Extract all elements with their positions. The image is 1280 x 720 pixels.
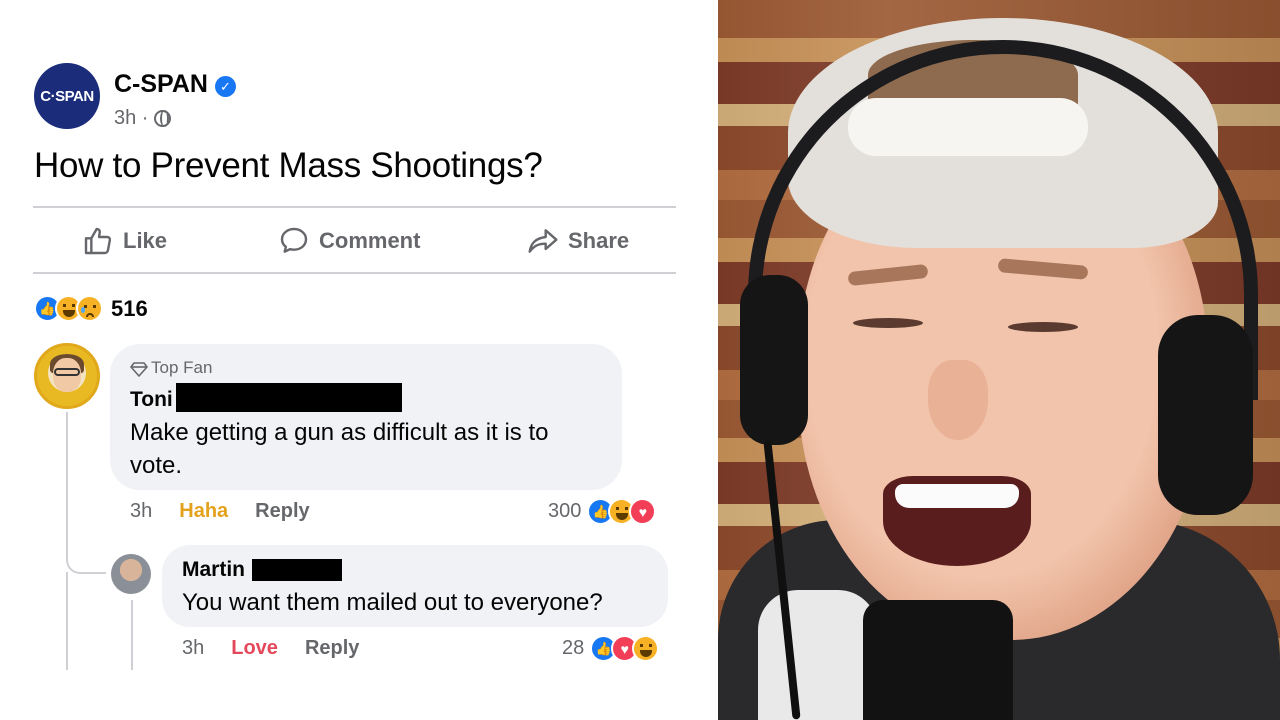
reply-actions: 3h Love Reply — [182, 637, 386, 660]
diamond-icon — [130, 362, 148, 377]
comment-bubble-icon — [280, 227, 308, 253]
badge-label: Top Fan — [151, 358, 213, 377]
reply-reaction-count: 28 — [562, 637, 585, 659]
post-meta: 3h · — [114, 107, 172, 130]
share-arrow-icon — [528, 229, 558, 253]
reply-button[interactable]: Reply — [255, 500, 309, 523]
comment-text-line: Make getting a gun as difficult as it is… — [130, 419, 549, 446]
page-avatar[interactable]: C·SPAN — [34, 63, 100, 129]
thread-line — [131, 600, 133, 670]
reply-button[interactable]: Reply — [305, 637, 359, 660]
comment-button[interactable]: Comment — [278, 225, 420, 257]
page-name[interactable]: C-SPAN — [114, 70, 208, 99]
t-shirt — [758, 590, 878, 720]
comment-label: Comment — [319, 228, 421, 253]
headphone-cup — [740, 275, 808, 445]
love-icon: ♥ — [629, 498, 657, 525]
facebook-post: C·SPAN C-SPAN ✓ 3h · How to Prevent Mass… — [0, 0, 718, 720]
globe-icon — [154, 110, 172, 127]
share-button[interactable]: Share — [527, 225, 629, 257]
divider — [33, 206, 676, 208]
reply-time[interactable]: 3h — [182, 637, 204, 660]
commenter-avatar[interactable] — [34, 343, 100, 409]
share-label: Share — [568, 228, 630, 253]
reply-author[interactable]: Martin — [182, 558, 245, 582]
verified-badge-icon: ✓ — [215, 76, 236, 97]
thread-line — [66, 572, 68, 670]
haha-reaction-button[interactable]: Haha — [179, 500, 228, 523]
thread-connector — [66, 530, 106, 574]
reaction-count: 516 — [111, 295, 148, 321]
reply-reactions[interactable]: 28 👍 ♥ — [562, 635, 660, 662]
thread-line — [66, 412, 68, 532]
webcam-video-frame — [718, 0, 1280, 720]
post-reactions[interactable]: 👍 516 — [34, 295, 148, 322]
comment-reaction-count: 300 — [548, 500, 582, 522]
divider — [33, 272, 676, 274]
haha-icon — [632, 635, 660, 662]
like-label: Like — [123, 228, 168, 253]
microphone — [863, 600, 1013, 720]
thumbs-up-icon — [84, 227, 112, 255]
top-fan-badge: Top Fan — [130, 358, 212, 378]
redaction-bar — [176, 383, 402, 412]
sad-icon — [76, 295, 103, 322]
comment-actions: 3h Haha Reply — [130, 500, 337, 523]
like-button[interactable]: Like — [82, 225, 167, 257]
comment-text-line: vote. — [130, 452, 183, 479]
reply-author-avatar[interactable] — [111, 554, 151, 594]
post-time[interactable]: 3h · — [114, 107, 148, 130]
page-avatar-text: C·SPAN — [40, 87, 94, 105]
post-text: How to Prevent Mass Shootings? — [34, 146, 543, 185]
redaction-bar — [252, 559, 342, 581]
comment-time[interactable]: 3h — [130, 500, 152, 523]
love-reaction-button[interactable]: Love — [231, 637, 278, 660]
comment-reactions[interactable]: 300 👍 ♥ — [548, 498, 657, 525]
headphone-cup — [1158, 315, 1253, 515]
comment-author[interactable]: Toni — [130, 388, 173, 412]
teeth — [895, 484, 1019, 508]
reply-text: You want them mailed out to everyone? — [182, 589, 603, 616]
